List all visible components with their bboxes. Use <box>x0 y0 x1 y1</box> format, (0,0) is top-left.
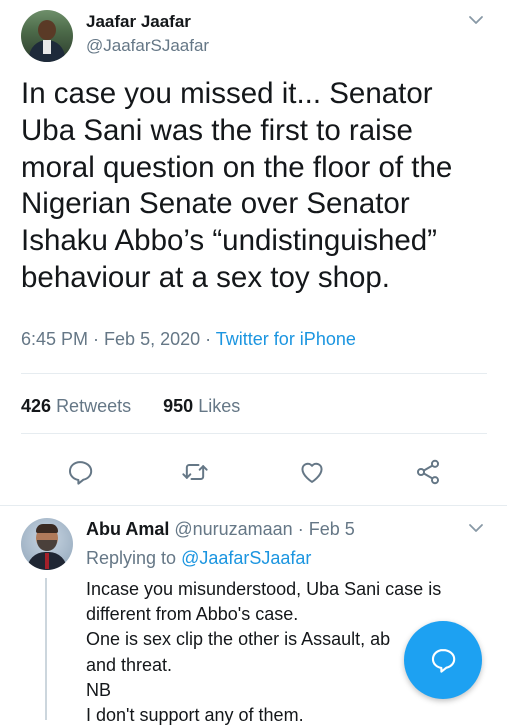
compose-reply-button[interactable] <box>404 621 482 699</box>
meta-separator: · <box>200 329 216 349</box>
tweet-time: 6:45 PM <box>21 329 89 349</box>
tweet-source-link[interactable]: Twitter for iPhone <box>216 329 356 349</box>
share-icon[interactable] <box>414 458 442 486</box>
reply-header: Abu Amal @nuruzamaan · Feb 5 <box>86 519 355 540</box>
chevron-down-icon[interactable] <box>468 520 484 536</box>
divider <box>21 433 487 434</box>
compose-reply-icon <box>431 649 456 673</box>
reply-text-line: I don't support any of them. <box>86 705 304 726</box>
divider <box>0 505 507 506</box>
replying-to-handle[interactable]: @JaafarSJaafar <box>181 548 311 568</box>
thread-line <box>45 578 47 720</box>
tweet-meta: 6:45 PM · Feb 5, 2020 · Twitter for iPho… <box>21 329 356 350</box>
author-name[interactable]: Jaafar Jaafar <box>86 12 191 32</box>
likes-label: Likes <box>198 396 241 416</box>
divider <box>21 373 487 374</box>
likes-count: 950 <box>163 396 194 416</box>
retweets-count: 426 <box>21 396 52 416</box>
likes-stat[interactable]: 950 Likes <box>163 396 240 416</box>
reply-author-handle[interactable]: @nuruzamaan <box>174 519 292 539</box>
replying-to: Replying to @JaafarSJaafar <box>86 548 311 569</box>
tweet-date: Feb 5, 2020 <box>104 329 201 349</box>
tweet-stats: 426 Retweets 950 Likes <box>21 396 240 417</box>
reply-separator: · <box>292 519 309 539</box>
reply-icon[interactable] <box>66 458 94 486</box>
reply-text-line: Incase you misunderstood, Uba Sani case … <box>86 579 442 599</box>
reply-author-avatar[interactable] <box>21 518 73 570</box>
reply-date[interactable]: Feb 5 <box>309 519 355 539</box>
tweet-text: In case you missed it... Senator Uba San… <box>21 77 453 294</box>
retweet-icon[interactable] <box>181 458 209 486</box>
meta-separator: · <box>88 329 105 349</box>
author-handle[interactable]: @JaafarSJaafar <box>86 36 209 56</box>
chevron-down-icon[interactable] <box>468 12 484 28</box>
retweets-stat[interactable]: 426 Retweets <box>21 396 131 416</box>
reply-author-name[interactable]: Abu Amal <box>86 519 169 539</box>
heart-icon[interactable] <box>298 458 326 486</box>
author-avatar[interactable] <box>21 10 73 62</box>
retweets-label: Retweets <box>56 396 132 416</box>
replying-to-prefix: Replying to <box>86 548 182 568</box>
